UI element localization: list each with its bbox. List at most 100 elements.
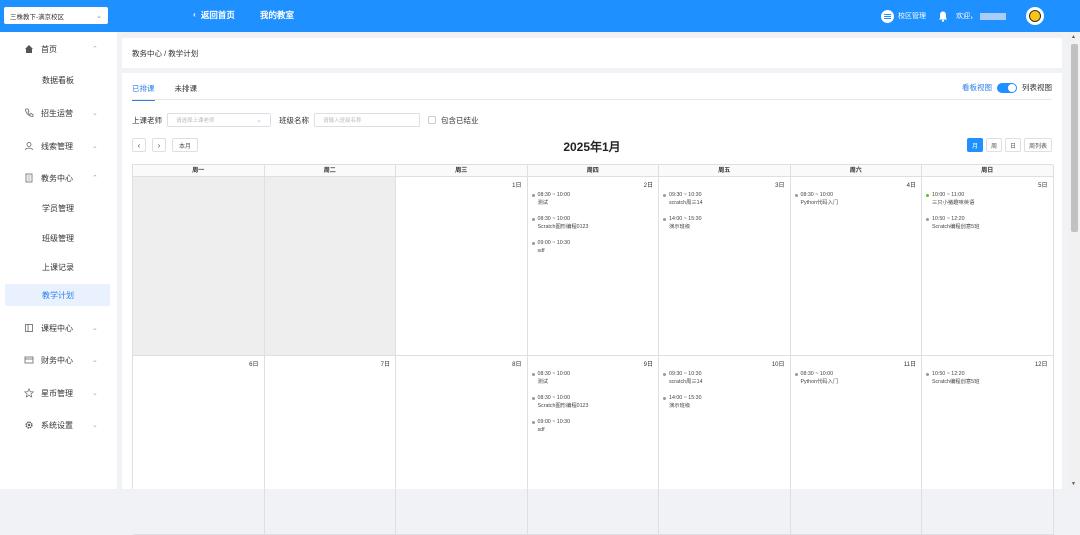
mode-week-button[interactable]: 周 <box>985 138 1002 152</box>
calendar-day-cell[interactable] <box>264 177 396 356</box>
sidebar-item-home[interactable]: 首页 ⌃ <box>0 38 117 60</box>
event-time: 09:00 ~ 10:30 <box>537 419 571 425</box>
schedule-event[interactable]: 08:30 ~ 10:00 Python代码入门 <box>794 370 838 386</box>
event-dot-icon <box>926 217 929 221</box>
book-icon <box>25 324 33 332</box>
event-dot-icon <box>794 193 798 197</box>
scrollbar-thumb[interactable] <box>1071 44 1078 232</box>
chevron-down-icon: ⌄ <box>92 390 98 397</box>
sidebar-item-course-center[interactable]: 课程中心 ⌄ <box>0 317 117 339</box>
sidebar-item-label: 数据看板 <box>42 75 74 85</box>
prev-month-button[interactable]: ‹ <box>132 138 146 152</box>
sidebar-item-teaching-plan[interactable]: 教学计划 <box>5 284 110 306</box>
event-dot-icon <box>531 396 535 400</box>
mode-month-button[interactable]: 月 <box>966 138 983 152</box>
scroll-down-icon[interactable]: ▼ <box>1071 481 1076 487</box>
campus-select[interactable]: 三株教下-满京校区 ⌄ <box>4 7 108 24</box>
calendar-day-cell[interactable]: 6日 <box>133 356 265 535</box>
my-classroom-link[interactable]: 我的教室 <box>260 9 294 21</box>
event-class-name: 三只小猪趣味英语 <box>932 200 975 206</box>
event-class-name: 演示班级 <box>669 403 691 409</box>
sidebar: 首页 ⌃ 数据看板 招生运营 ⌄ 线索管理 ⌄ 教务中心 ⌃ 学员管理 班级管理… <box>0 32 117 489</box>
sidebar-item-attendance[interactable]: 上课记录 <box>0 256 117 278</box>
campus-manage-icon[interactable] <box>881 9 894 23</box>
schedule-event[interactable]: 08:30 ~ 10:00 Scratch图形编程0123 <box>531 394 588 410</box>
class-name-input[interactable]: 请输入班级名称 <box>314 113 420 127</box>
chevron-right-icon: › <box>157 140 161 150</box>
calendar-day-cell[interactable]: 7日 <box>264 356 396 535</box>
sidebar-item-data-board[interactable]: 数据看板 <box>0 69 117 91</box>
event-time: 09:30 ~ 10:30 <box>669 192 702 198</box>
event-time: 08:30 ~ 10:00 <box>537 192 571 198</box>
schedule-event[interactable]: 14:00 ~ 15:30 演示班级 <box>663 394 702 410</box>
schedule-event[interactable]: 10:50 ~ 12:20 Scratch编程创意5班 <box>926 370 979 386</box>
weekday-header: 周一 <box>133 165 265 177</box>
event-class-name: scratch周三14 <box>669 200 703 206</box>
schedule-event[interactable]: 08:30 ~ 10:00 测试 <box>531 191 571 207</box>
schedule-event[interactable]: 09:00 ~ 10:30 sdf <box>531 418 571 434</box>
day-number: 6日 <box>249 362 259 368</box>
calendar-day-cell[interactable]: 2日 08:30 ~ 10:00 测试 08:30 ~ 10:00 Scratch图形编… <box>527 177 659 356</box>
calendar-day-cell[interactable]: 9日 08:30 ~ 10:00 测试 08:30 ~ 10:00 Scratch图形编… <box>527 356 659 535</box>
bell-icon[interactable] <box>938 11 948 22</box>
sidebar-item-finance[interactable]: 财务中心 ⌄ <box>0 349 117 371</box>
schedule-event[interactable]: 08:30 ~ 10:00 测试 <box>531 370 570 386</box>
sidebar-item-students[interactable]: 学员管理 <box>0 197 117 219</box>
schedule-event[interactable]: 09:30 ~ 10:30 scratch周三14 <box>663 370 703 386</box>
mode-week-list-button[interactable]: 周列表 <box>1023 138 1052 152</box>
include-ended-label[interactable]: 包含已结业 <box>441 115 479 126</box>
avatar[interactable] <box>1026 7 1044 25</box>
sidebar-item-settings[interactable]: 系统设置 ⌄ <box>0 414 117 436</box>
schedule-event[interactable]: 08:30 ~ 10:00 Scratch图形编程0123 <box>531 215 588 231</box>
sidebar-item-label: 财务中心 <box>41 355 73 365</box>
sidebar-item-leads[interactable]: 线索管理 ⌄ <box>0 135 117 157</box>
day-number: 3日 <box>775 183 785 189</box>
sidebar-item-label: 学员管理 <box>42 203 74 213</box>
view-toggle[interactable] <box>997 82 1017 93</box>
calendar-day-cell[interactable]: 10日 09:30 ~ 10:30 scratch周三14 14:00 ~ 15:30… <box>659 356 791 535</box>
calendar-day-cell[interactable]: 8日 <box>396 356 528 535</box>
event-time: 14:00 ~ 15:30 <box>669 216 702 222</box>
schedule-event[interactable]: 09:30 ~ 10:30 scratch周三14 <box>663 191 703 207</box>
calendar-day-cell[interactable]: 4日 08:30 ~ 10:00 Python代码入门 <box>790 177 922 356</box>
event-dot-icon <box>663 396 666 400</box>
campus-manage-label[interactable]: 校区管理 <box>898 11 926 21</box>
event-dot-icon <box>926 193 929 197</box>
sidebar-item-enrollment[interactable]: 招生运营 ⌄ <box>0 102 117 124</box>
list-view-label[interactable]: 列表视图 <box>1022 82 1052 93</box>
schedule-event[interactable]: 09:00 ~ 10:30 sdf <box>531 239 570 255</box>
sidebar-item-classes[interactable]: 班级管理 <box>0 227 117 249</box>
back-home-link[interactable]: ‹ 返回首页 <box>193 9 235 21</box>
calendar-day-cell[interactable]: 1日 <box>396 177 528 356</box>
calendar-day-cell[interactable]: 12日 10:50 ~ 12:20 Scratch编程创意5班 <box>922 356 1054 535</box>
event-dot-icon <box>794 372 798 376</box>
schedule-event[interactable]: 10:50 ~ 12:20 Scratch编程创意5班 <box>926 215 979 231</box>
event-dot-icon <box>531 372 535 376</box>
calendar-day-cell[interactable]: 5日 10:00 ~ 11:00 三只小猪趣味英语 10:50 ~ 12:20 Scra… <box>922 177 1054 356</box>
sidebar-item-label: 首页 <box>41 44 57 54</box>
schedule-event[interactable]: 10:00 ~ 11:00 三只小猪趣味英语 <box>926 191 974 207</box>
calendar-day-cell[interactable]: 3日 09:30 ~ 10:30 scratch周三14 14:00 ~ 15:30 演… <box>659 177 791 356</box>
class-filter-label: 班级名称 <box>279 115 309 125</box>
sidebar-item-academic-center[interactable]: 教务中心 ⌃ <box>0 167 117 189</box>
event-dot-icon <box>531 193 535 197</box>
mode-day-button[interactable]: 日 <box>1004 138 1021 152</box>
this-month-button[interactable]: 本月 <box>172 138 199 152</box>
event-class-name: Python代码入门 <box>800 200 839 206</box>
day-number: 4日 <box>906 183 916 189</box>
calendar-day-cell[interactable] <box>133 177 265 356</box>
board-view-label[interactable]: 看板视图 <box>962 82 992 93</box>
sidebar-item-star-coins[interactable]: 星币管理 ⌄ <box>0 382 117 404</box>
next-month-button[interactable]: › <box>152 138 166 152</box>
include-ended-checkbox[interactable] <box>428 116 436 124</box>
schedule-event[interactable]: 08:30 ~ 10:00 Python代码入门 <box>794 191 839 207</box>
card-icon <box>24 356 34 364</box>
scroll-up-icon[interactable]: ▲ <box>1071 34 1076 40</box>
chevron-down-icon: ⌄ <box>92 143 98 150</box>
teacher-select[interactable]: 请选择上课老师 ⌄ <box>167 113 271 127</box>
calendar-day-cell[interactable]: 11日 08:30 ~ 10:00 Python代码入门 <box>790 356 922 535</box>
schedule-event[interactable]: 14:00 ~ 15:30 演示班级 <box>663 215 702 231</box>
tab-divider <box>132 99 1052 100</box>
event-time: 10:00 ~ 11:00 <box>932 192 965 198</box>
page-scrollbar[interactable]: ▲ ▼ <box>1069 32 1080 489</box>
